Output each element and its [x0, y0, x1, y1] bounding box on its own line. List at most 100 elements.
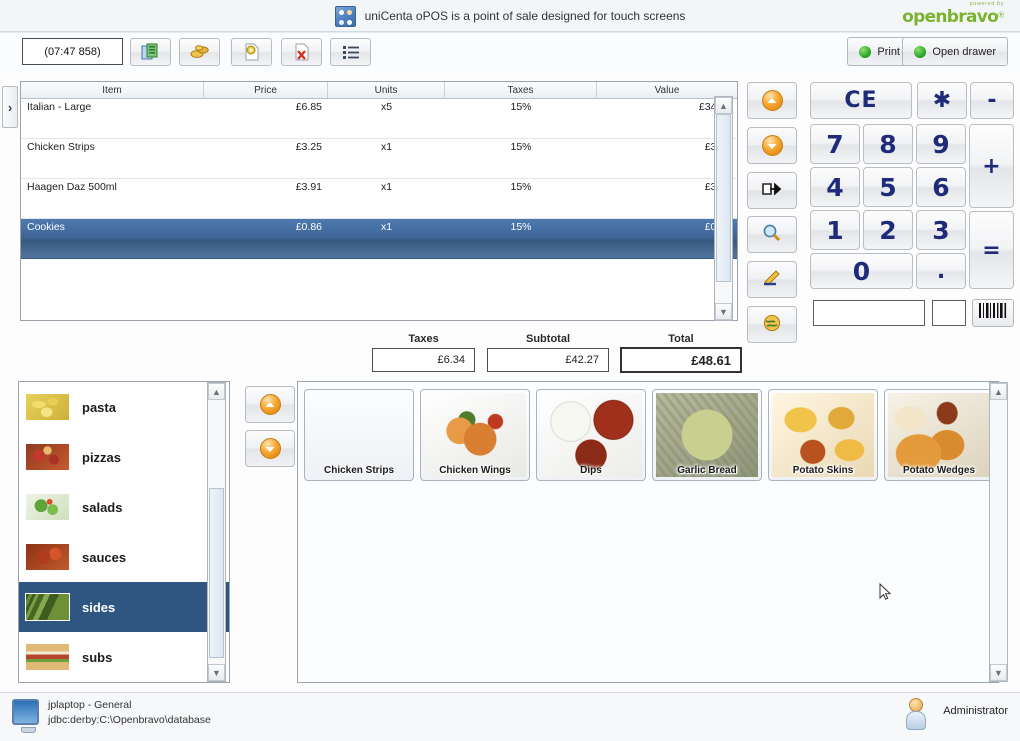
- key-9[interactable]: 9: [916, 124, 966, 164]
- key-0[interactable]: 0: [810, 253, 913, 289]
- send-order-button[interactable]: [747, 172, 797, 209]
- barcode-button[interactable]: [972, 299, 1014, 327]
- category-list-container: pasta pizzas salads sauces sides subs: [19, 382, 229, 682]
- category-item-subs[interactable]: subs: [19, 632, 229, 682]
- openbravo-registered-mark: ®: [998, 9, 1004, 19]
- key-minus[interactable]: -: [970, 82, 1014, 119]
- receipt-table-body: Italian - Large£6.85x515%£34.25Chicken S…: [21, 99, 737, 320]
- receipt-row[interactable]: Cookies£0.86x115%£0.86: [21, 219, 737, 259]
- receipt-row[interactable]: Chicken Strips£3.25x115%£3.25: [21, 139, 737, 179]
- key-decimal[interactable]: .: [916, 253, 966, 289]
- receipt-cell-units: x1: [380, 141, 393, 153]
- open-drawer-button[interactable]: Open drawer: [902, 37, 1008, 66]
- orange-down-arrow-icon: [761, 135, 783, 156]
- receipt-row[interactable]: Italian - Large£6.85x515%£34.25: [21, 99, 737, 139]
- new-ticket-button[interactable]: [130, 38, 171, 66]
- product-grid-panel[interactable]: Chicken Strips Chicken Wings Dips Garlic Br…: [297, 381, 999, 683]
- receipt-cell-price: £3.91: [295, 181, 322, 193]
- category-item-pizzas[interactable]: pizzas: [19, 432, 229, 482]
- product-scroll-down-arrow[interactable]: ▼: [990, 664, 1007, 681]
- scroll-up-button[interactable]: [747, 82, 797, 119]
- receipt-row[interactable]: Haagen Daz 500ml£3.91x115%£3.91: [21, 179, 737, 219]
- category-scroll-up-arrow[interactable]: ▲: [208, 383, 225, 400]
- magnifier-icon: [761, 223, 783, 246]
- payments-button[interactable]: [179, 38, 220, 66]
- key-8[interactable]: 8: [863, 124, 913, 164]
- product-label: Potato Wedges: [902, 465, 976, 476]
- current-user-label: Administrator: [943, 705, 1008, 717]
- category-thumbnail: [25, 493, 70, 521]
- receipt-cell-units: x1: [380, 221, 393, 233]
- edit-line-button[interactable]: [747, 261, 797, 298]
- key-plus[interactable]: +: [969, 124, 1014, 208]
- receipt-cell-taxes: 15%: [510, 101, 532, 113]
- key-equals[interactable]: =: [969, 211, 1014, 289]
- key-2[interactable]: 2: [863, 210, 913, 250]
- product-tile-chicken-strips[interactable]: Chicken Strips: [304, 389, 414, 481]
- category-thumbnail: [25, 543, 70, 571]
- category-scrollbar[interactable]: ▲ ▼: [207, 382, 226, 682]
- ticket-number-field[interactable]: (07:47 858): [22, 38, 123, 65]
- category-item-sauces[interactable]: sauces: [19, 532, 229, 582]
- column-header-taxes: Taxes: [445, 82, 597, 98]
- left-panel-expander[interactable]: ›: [2, 86, 18, 128]
- key-star[interactable]: ✱: [917, 82, 967, 119]
- product-tile-dips[interactable]: Dips: [536, 389, 646, 481]
- product-tile-potato-skins[interactable]: Potato Skins: [768, 389, 878, 481]
- receipt-scroll-track[interactable]: [715, 114, 732, 303]
- receipt-cell-taxes: 15%: [510, 221, 532, 233]
- category-scroll-track[interactable]: [208, 400, 225, 664]
- category-scroll-thumb[interactable]: [209, 488, 224, 658]
- category-item-salads[interactable]: salads: [19, 482, 229, 532]
- keypad-secondary-field[interactable]: [932, 300, 966, 326]
- catalog-page-up-button[interactable]: [245, 386, 295, 423]
- category-scroll-down-arrow[interactable]: ▼: [208, 664, 225, 681]
- find-product-button[interactable]: [747, 216, 797, 253]
- globe-icon: [761, 313, 783, 336]
- key-clear-entry[interactable]: CE: [810, 82, 912, 119]
- receipt-scrollbar[interactable]: ▲ ▼: [714, 96, 733, 321]
- product-scroll-up-arrow[interactable]: ▲: [990, 383, 1007, 400]
- receipt-table[interactable]: Item Price Units Taxes Value Italian - L…: [20, 81, 738, 321]
- receipt-scroll-up-arrow[interactable]: ▲: [715, 97, 732, 114]
- key-7[interactable]: 7: [810, 124, 860, 164]
- openbravo-wordmark: openbravo: [902, 6, 999, 27]
- ticket-list-button[interactable]: [330, 38, 371, 66]
- product-scrollbar[interactable]: ▲ ▼: [989, 382, 1008, 682]
- category-item-sides[interactable]: sides: [19, 582, 229, 632]
- key-3[interactable]: 3: [916, 210, 966, 250]
- receipt-cell-units: x5: [380, 101, 393, 113]
- product-tile-potato-wedges[interactable]: Potato Wedges: [884, 389, 994, 481]
- key-5[interactable]: 5: [863, 167, 913, 207]
- app-logo-icon: [334, 5, 356, 27]
- keypad-input-field[interactable]: [813, 300, 925, 326]
- category-list[interactable]: pasta pizzas salads sauces sides subs: [18, 381, 230, 683]
- scroll-down-button[interactable]: [747, 127, 797, 164]
- category-label: sides: [82, 599, 116, 615]
- terminal-icon: [12, 699, 39, 733]
- product-scroll-track[interactable]: [990, 400, 1007, 664]
- delete-ticket-button[interactable]: [281, 38, 322, 66]
- gear-page-icon: [242, 43, 262, 61]
- receipt-cell-item: Cookies: [27, 221, 65, 233]
- key-1[interactable]: 1: [810, 210, 860, 250]
- unicenta-pos-window: uniCenta oPOS is a point of sale designe…: [0, 0, 1020, 741]
- title-bar: uniCenta oPOS is a point of sale designe…: [0, 0, 1020, 32]
- orange-down-arrow-icon: [259, 438, 281, 459]
- product-grid: Chicken Strips Chicken Wings Dips Garlic Br…: [298, 382, 998, 481]
- receipt-scroll-thumb[interactable]: [716, 114, 731, 282]
- key-4[interactable]: 4: [810, 167, 860, 207]
- receipt-scroll-down-arrow[interactable]: ▼: [715, 303, 732, 320]
- receipt-cell-item: Italian - Large: [27, 101, 92, 113]
- avatar-body: [906, 711, 926, 730]
- key-6[interactable]: 6: [916, 167, 966, 207]
- catalog-page-down-button[interactable]: [245, 430, 295, 467]
- category-item-pasta[interactable]: pasta: [19, 382, 229, 432]
- avatar-head: [909, 698, 923, 712]
- category-label: pizzas: [82, 449, 122, 465]
- customer-button[interactable]: [747, 306, 797, 343]
- ticket-edit-button[interactable]: [231, 38, 272, 66]
- product-tile-chicken-wings[interactable]: Chicken Wings: [420, 389, 530, 481]
- product-label: Dips: [580, 465, 602, 476]
- product-tile-garlic-bread[interactable]: Garlic Bread: [652, 389, 762, 481]
